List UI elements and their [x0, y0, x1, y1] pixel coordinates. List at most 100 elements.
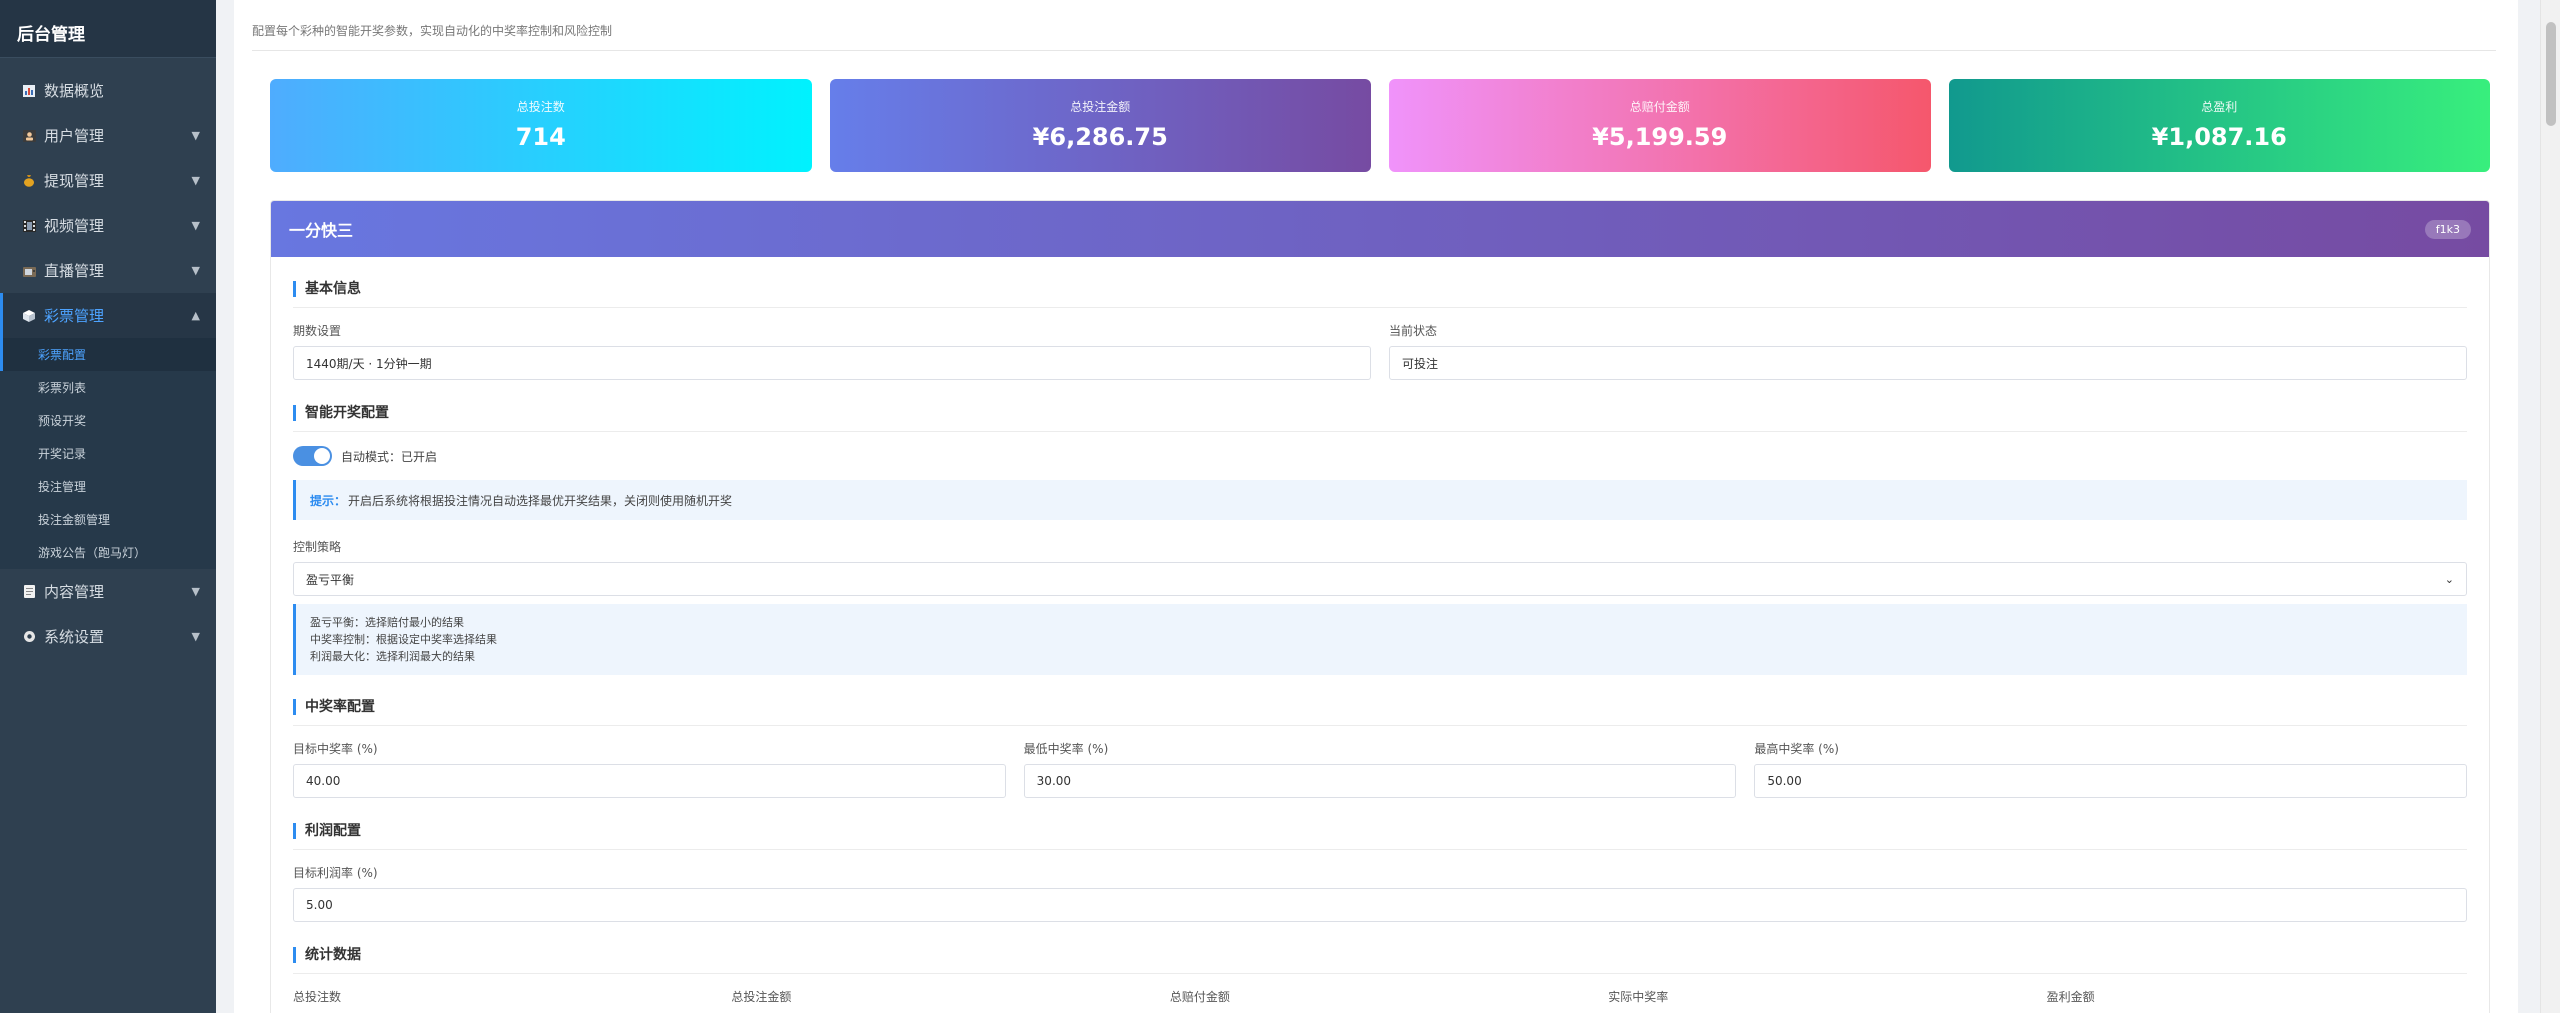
- submenu-item-lottery-config[interactable]: 彩票配置: [0, 338, 216, 371]
- target-winrate-input[interactable]: 40.00: [293, 764, 1006, 798]
- stat-label: 总投注数: [516, 100, 565, 114]
- scrollbar-thumb[interactable]: [2546, 22, 2556, 126]
- stat-label: 总投注金额: [1070, 100, 1131, 114]
- lottery-config-card: 一分快三 f1k3 基本信息 期数设置 1440期/天 · 1分钟一期 当前状态…: [270, 200, 2490, 1013]
- lottery-card-header: 一分快三 f1k3: [271, 201, 2489, 257]
- target-profit-input[interactable]: 5.00: [293, 888, 2467, 922]
- max-winrate-input[interactable]: 50.00: [1754, 764, 2468, 798]
- submenu-item-lottery-list[interactable]: 彩票列表: [0, 371, 216, 404]
- sidebar-item-label: 用户管理: [44, 127, 105, 145]
- stat-value: 714: [515, 123, 566, 151]
- stat-card-total-bet-amount: 总投注金额 ¥6,286.75: [829, 79, 1371, 172]
- stat-card-total-payout: 总赔付金额 ¥5,199.59: [1389, 79, 1931, 172]
- stats-row: 总投注数 714 总投注金额 ¥6,286.75 总赔付金额 ¥5,199.59…: [270, 79, 2490, 172]
- section-divider: [293, 307, 2467, 308]
- smart-tip: 提示： 开启后系统将根据投注情况自动选择最优开奖结果，关闭则使用随机开奖: [293, 480, 2467, 520]
- section-title-statistics: 统计数据: [293, 947, 2467, 963]
- section-title-smart: 智能开奖配置: [293, 405, 2467, 421]
- section-divider: [293, 849, 2467, 850]
- page-scrollbar[interactable]: [2540, 0, 2560, 1013]
- submenu-item-preset-draw[interactable]: 预设开奖: [0, 404, 216, 437]
- sidebar-item-video[interactable]: 视频管理 ▼: [0, 203, 216, 248]
- strategy-note: 盈亏平衡：选择赔付最小的结果: [310, 616, 464, 629]
- stat-column-total-bets: 总投注数: [293, 990, 342, 1004]
- sidebar-item-label: 系统设置: [44, 628, 105, 646]
- film-icon: [22, 219, 36, 233]
- stat-card-total-bets: 总投注数 714: [270, 79, 812, 172]
- sidebar-item-label: 直播管理: [44, 262, 105, 280]
- brand-title: 后台管理: [0, 0, 216, 58]
- cube-icon: [22, 309, 36, 323]
- sidebar-item-lottery[interactable]: 彩票管理 ▲: [0, 293, 216, 338]
- toggle-knob: [314, 448, 330, 464]
- chevron-down-icon: ▼: [191, 585, 200, 598]
- document-icon: [22, 585, 36, 599]
- section-title-winrate: 中奖率配置: [293, 699, 2467, 715]
- stat-label: 总赔付金额: [1629, 100, 1690, 114]
- chevron-down-icon: ▼: [191, 264, 200, 277]
- chevron-down-icon: ▼: [191, 174, 200, 187]
- stat-column-total-bet-amount: 总投注金额: [731, 990, 792, 1004]
- sidebar-item-withdraw[interactable]: 提现管理 ▼: [0, 158, 216, 203]
- period-field[interactable]: 1440期/天 · 1分钟一期: [293, 346, 1371, 380]
- sidebar-item-label: 提现管理: [44, 172, 105, 190]
- strategy-value: 盈亏平衡: [306, 572, 355, 587]
- strategy-note: 利润最大化：选择利润最大的结果: [310, 650, 475, 663]
- tv-icon: [22, 264, 36, 278]
- strategy-select[interactable]: 盈亏平衡 ⌄: [293, 562, 2467, 596]
- section-title-basic: 基本信息: [293, 281, 2467, 297]
- strategy-label: 控制策略: [293, 540, 342, 554]
- stat-value: ¥6,286.75: [1032, 123, 1168, 151]
- stat-value: ¥1,087.16: [2151, 123, 2287, 151]
- status-label: 当前状态: [1389, 324, 1438, 338]
- stat-value: ¥5,199.59: [1592, 123, 1728, 151]
- target-profit-label: 目标利润率 (%): [293, 866, 378, 880]
- chart-icon: [22, 84, 36, 98]
- stat-label: 总盈利: [2201, 100, 2238, 114]
- sidebar-item-live[interactable]: 直播管理 ▼: [0, 248, 216, 293]
- chevron-down-icon: ▼: [191, 129, 200, 142]
- stat-column-actual-winrate: 实际中奖率: [1608, 990, 1669, 1004]
- sidebar-item-settings[interactable]: 系统设置 ▼: [0, 614, 216, 659]
- user-icon: [22, 129, 36, 143]
- sidebar: 后台管理 数据概览 用户管理 ▼ 提现管理 ▼ 视频管理 ▼ 直播管理 ▼ 彩票…: [0, 0, 216, 1013]
- sidebar-nav: 数据概览 用户管理 ▼ 提现管理 ▼ 视频管理 ▼ 直播管理 ▼ 彩票管理 ▲ …: [0, 58, 216, 659]
- gear-icon: [22, 630, 36, 644]
- chevron-down-icon: ⌄: [2444, 572, 2454, 586]
- max-winrate-label: 最高中奖率 (%): [1754, 742, 1839, 756]
- period-label: 期数设置: [293, 324, 342, 338]
- section-title-profit: 利润配置: [293, 823, 2467, 839]
- submenu-item-game-notice[interactable]: 游戏公告（跑马灯）: [0, 536, 216, 569]
- submenu-item-bet-amount[interactable]: 投注金额管理: [0, 503, 216, 536]
- lottery-card-body: 基本信息 期数设置 1440期/天 · 1分钟一期 当前状态 可投注 智能开奖配…: [271, 281, 2489, 1005]
- auto-mode-toggle[interactable]: [293, 446, 332, 466]
- status-field[interactable]: 可投注: [1389, 346, 2467, 380]
- chevron-down-icon: ▼: [191, 630, 200, 643]
- chevron-up-icon: ▲: [191, 309, 200, 322]
- tip-text: 开启后系统将根据投注情况自动选择最优开奖结果，关闭则使用随机开奖: [348, 493, 733, 508]
- target-winrate-label: 目标中奖率 (%): [293, 742, 378, 756]
- header-divider: [252, 50, 2496, 51]
- lottery-name: 一分快三: [289, 221, 354, 240]
- lottery-submenu: 彩票配置 彩票列表 预设开奖 开奖记录 投注管理 投注金额管理 游戏公告（跑马灯…: [0, 338, 216, 569]
- tip-key: 提示：: [310, 493, 347, 508]
- sidebar-item-content[interactable]: 内容管理 ▼: [0, 569, 216, 614]
- submenu-item-bet-management[interactable]: 投注管理: [0, 470, 216, 503]
- strategy-notes: 盈亏平衡：选择赔付最小的结果 中奖率控制：根据设定中奖率选择结果 利润最大化：选…: [293, 604, 2467, 675]
- submenu-item-draw-records[interactable]: 开奖记录: [0, 437, 216, 470]
- chevron-down-icon: ▼: [191, 219, 200, 232]
- min-winrate-input[interactable]: 30.00: [1023, 764, 1737, 798]
- auto-mode-label: 自动模式：已开启: [341, 449, 438, 464]
- sidebar-item-users[interactable]: 用户管理 ▼: [0, 113, 216, 158]
- stat-card-total-profit: 总盈利 ¥1,087.16: [1948, 79, 2490, 172]
- min-winrate-label: 最低中奖率 (%): [1023, 742, 1109, 756]
- lottery-code-badge: f1k3: [2424, 219, 2471, 239]
- section-divider: [293, 431, 2467, 432]
- sidebar-item-label: 彩票管理: [44, 307, 105, 325]
- sidebar-item-label: 数据概览: [44, 82, 105, 100]
- section-divider: [293, 725, 2467, 726]
- sidebar-item-dashboard[interactable]: 数据概览: [0, 68, 216, 113]
- section-divider: [293, 973, 2467, 974]
- page-subtitle: 配置每个彩种的智能开奖参数，实现自动化的中奖率控制和风险控制: [252, 24, 613, 38]
- stat-column-total-payout: 总赔付金额: [1169, 990, 1230, 1004]
